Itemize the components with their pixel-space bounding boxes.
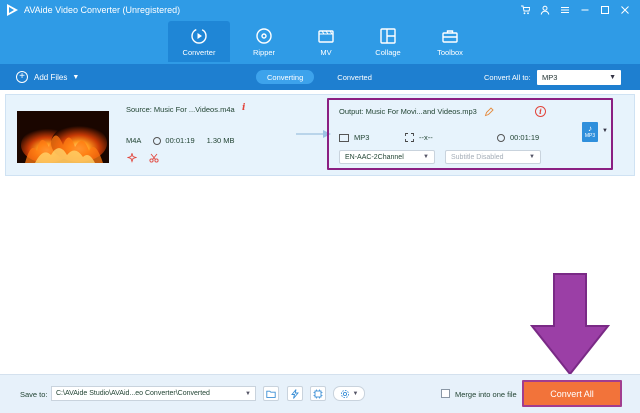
tab-ripper[interactable]: Ripper: [233, 21, 295, 62]
tab-collage[interactable]: Collage: [357, 21, 419, 62]
chevron-down-icon[interactable]: ▼: [72, 74, 79, 81]
mv-icon: [318, 30, 334, 43]
source-duration-value: 00:01:19: [165, 136, 195, 145]
gear-icon: [340, 389, 349, 398]
app-logo-icon: [7, 4, 18, 16]
save-path-select[interactable]: C:\AVAide Studio\AVAid...eo Converter\Co…: [51, 386, 256, 401]
format-badge-label: MP3: [584, 133, 596, 139]
item-tools: [127, 153, 159, 163]
source-size: 1.30 MB: [206, 136, 235, 145]
convert-all-format-value: MP3: [542, 73, 558, 82]
output-format: MP3: [339, 133, 369, 142]
audio-track-value: EN-AAC-2Channel: [345, 153, 404, 161]
subtitle-value: Subtitle Disabled: [451, 153, 504, 161]
film-icon: [339, 133, 349, 142]
folder-icon: [266, 390, 276, 398]
annotation-arrow-icon: [530, 273, 610, 376]
clock-icon: [153, 136, 162, 145]
merge-checkbox[interactable]: [441, 389, 450, 398]
menu-icon[interactable]: [556, 2, 574, 18]
title-bar: AVAide Video Converter (Unregistered) Co…: [0, 0, 640, 64]
account-icon[interactable]: [536, 2, 554, 18]
tab-collage-label: Collage: [375, 48, 401, 57]
tab-ripper-label: Ripper: [252, 48, 276, 57]
chevron-down-icon: ▼: [352, 390, 359, 397]
cut-icon[interactable]: [149, 153, 159, 163]
open-folder-button[interactable]: [263, 386, 279, 401]
edit-icon[interactable]: [484, 107, 494, 117]
tab-mv[interactable]: MV: [295, 21, 357, 62]
tab-converting[interactable]: Converting: [256, 70, 315, 84]
convert-all-button[interactable]: Convert All: [522, 380, 622, 407]
resize-icon: [405, 133, 414, 142]
output-duration-value: 00:01:19: [510, 133, 540, 142]
lightning-icon: [291, 388, 299, 399]
info-icon[interactable]: i: [535, 106, 546, 117]
status-tabs: Converting Converted: [256, 70, 383, 84]
chip-icon: [313, 389, 323, 398]
output-resolution-value: --x--: [419, 133, 433, 142]
add-files-label: Add Files: [34, 72, 68, 82]
convert-all-format-select[interactable]: MP3 ▼: [537, 70, 621, 85]
main-nav: Converter Ripper MV Collage Toolbox: [168, 21, 481, 62]
chevron-down-icon: ▼: [423, 154, 429, 160]
file-item: Source: Music For ...Videos.m4a i M4A 00…: [5, 94, 635, 176]
chevron-down-icon[interactable]: ▼: [602, 128, 608, 134]
settings-button[interactable]: ▼: [333, 386, 365, 401]
audio-track-select[interactable]: EN-AAC-2Channel ▼: [339, 150, 435, 164]
tab-converter-label: Converter: [182, 48, 216, 57]
output-format-badge[interactable]: ♪ MP3: [582, 122, 598, 142]
source-format: M4A: [126, 136, 142, 145]
output-resolution: --x--: [405, 133, 433, 142]
close-icon[interactable]: [616, 2, 634, 18]
window-title: AVAide Video Converter (Unregistered): [24, 5, 181, 15]
source-filename: Source: Music For ...Videos.m4a: [126, 105, 235, 114]
merge-label: Merge into one file: [455, 390, 517, 399]
clock-icon: [497, 133, 505, 142]
convert-all-to-label: Convert All to:: [484, 73, 531, 82]
output-filename: Output: Music For Movi...and Videos.mp3: [339, 107, 477, 116]
plus-icon: +: [16, 71, 28, 83]
add-files-button[interactable]: + Add Files ▼: [16, 71, 79, 83]
cart-icon[interactable]: [516, 2, 534, 18]
tab-converted[interactable]: Converted: [326, 70, 383, 84]
save-path-value: C:\AVAide Studio\AVAid...eo Converter\Co…: [56, 390, 210, 397]
music-note-icon: ♪: [588, 124, 592, 133]
window-controls: [516, 2, 634, 18]
video-thumbnail[interactable]: [17, 111, 109, 163]
save-to-label: Save to:: [20, 390, 48, 399]
source-duration: 00:01:19: [153, 136, 195, 145]
output-settings-panel: Output: Music For Movi...and Videos.mp3 …: [327, 98, 613, 170]
tab-converter[interactable]: Converter: [168, 21, 230, 62]
output-format-value: MP3: [354, 133, 370, 142]
output-duration: 00:01:19: [497, 133, 539, 142]
tab-toolbox[interactable]: Toolbox: [419, 21, 481, 62]
hardware-accel-button[interactable]: [287, 386, 303, 401]
info-icon[interactable]: i: [242, 103, 245, 113]
source-meta: M4A 00:01:19 1.30 MB: [126, 136, 235, 145]
chevron-down-icon: ▼: [529, 154, 535, 160]
converter-icon: [191, 28, 207, 44]
chevron-down-icon: ▼: [609, 74, 616, 81]
tab-toolbox-label: Toolbox: [437, 48, 463, 57]
enhance-icon[interactable]: [127, 153, 137, 163]
ripper-icon: [256, 28, 272, 44]
maximize-icon[interactable]: [596, 2, 614, 18]
subtitle-select[interactable]: Subtitle Disabled ▼: [445, 150, 541, 164]
gpu-accel-button[interactable]: [310, 386, 326, 401]
chevron-down-icon: ▼: [245, 390, 251, 397]
toolbox-icon: [442, 30, 458, 43]
collage-icon: [380, 28, 396, 44]
minimize-icon[interactable]: [576, 2, 594, 18]
tab-mv-label: MV: [320, 48, 332, 57]
